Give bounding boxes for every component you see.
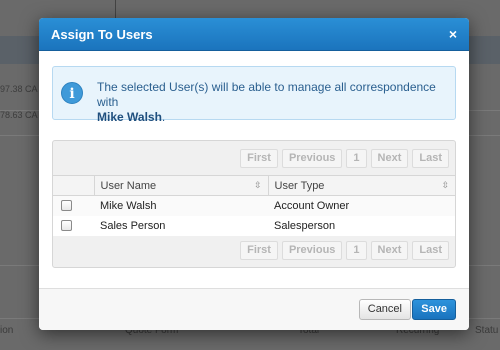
- table-row[interactable]: Mike Walsh Account Owner: [53, 195, 455, 216]
- select-column-header: [53, 175, 94, 196]
- pager-next-button[interactable]: Next: [370, 240, 409, 260]
- pager-top: First Previous 1 Next Last: [53, 141, 455, 175]
- column-header-label: User Name: [100, 179, 157, 192]
- cancel-button[interactable]: Cancel: [358, 299, 411, 320]
- modal-title: Assign To Users: [51, 26, 153, 42]
- pager-page-number[interactable]: 1: [346, 240, 367, 260]
- pager-previous-button[interactable]: Previous: [281, 148, 343, 168]
- close-icon[interactable]: ×: [449, 27, 457, 41]
- info-suffix: .: [161, 110, 166, 124]
- save-button[interactable]: Save: [412, 299, 456, 320]
- pager-next-button[interactable]: Next: [370, 148, 409, 168]
- pager-last-button[interactable]: Last: [412, 240, 449, 260]
- pager-bottom: First Previous 1 Next Last: [53, 233, 455, 267]
- info-text: The selected User(s) will be able to man…: [97, 80, 447, 125]
- row-checkbox[interactable]: [61, 200, 72, 212]
- info-highlight-name: Mike Walsh: [97, 110, 162, 124]
- info-message-text: The selected User(s) will be able to man…: [97, 80, 436, 109]
- info-message: i The selected User(s) will be able to m…: [52, 66, 456, 124]
- background-amount: 78.63 CA: [0, 110, 38, 120]
- users-table: User Name ⇳ User Type ⇳ Mike Walsh Accou…: [53, 175, 455, 236]
- background-amount: 97.38 CA: [0, 84, 38, 94]
- row-select-cell: [53, 195, 94, 216]
- pager-page-number[interactable]: 1: [346, 148, 367, 168]
- user-type-cell: Account Owner: [268, 195, 455, 216]
- assign-users-modal: Assign To Users × i The selected User(s)…: [39, 18, 469, 330]
- modal-footer: Cancel Save: [39, 288, 469, 330]
- sort-icon: ⇳: [253, 179, 262, 190]
- user-name-cell: Mike Walsh: [94, 195, 268, 216]
- row-checkbox[interactable]: [61, 220, 72, 231]
- info-icon: i: [61, 82, 83, 104]
- pager-previous-button[interactable]: Previous: [281, 240, 343, 260]
- sort-icon: ⇳: [441, 179, 449, 190]
- background-column-divider: [115, 0, 116, 20]
- background-column-header: Statu: [475, 325, 499, 336]
- pager-last-button[interactable]: Last: [412, 148, 449, 168]
- modal-header: Assign To Users ×: [39, 18, 469, 51]
- pager-first-button[interactable]: First: [240, 148, 278, 168]
- column-header-user-name[interactable]: User Name ⇳: [93, 175, 268, 196]
- pager-first-button[interactable]: First: [240, 240, 278, 260]
- column-header-user-type[interactable]: User Type ⇳: [267, 175, 455, 196]
- users-grid: First Previous 1 Next Last User Name ⇳ U…: [52, 140, 456, 268]
- background-column-header: ion: [0, 325, 14, 336]
- column-header-label: User Type: [274, 179, 325, 192]
